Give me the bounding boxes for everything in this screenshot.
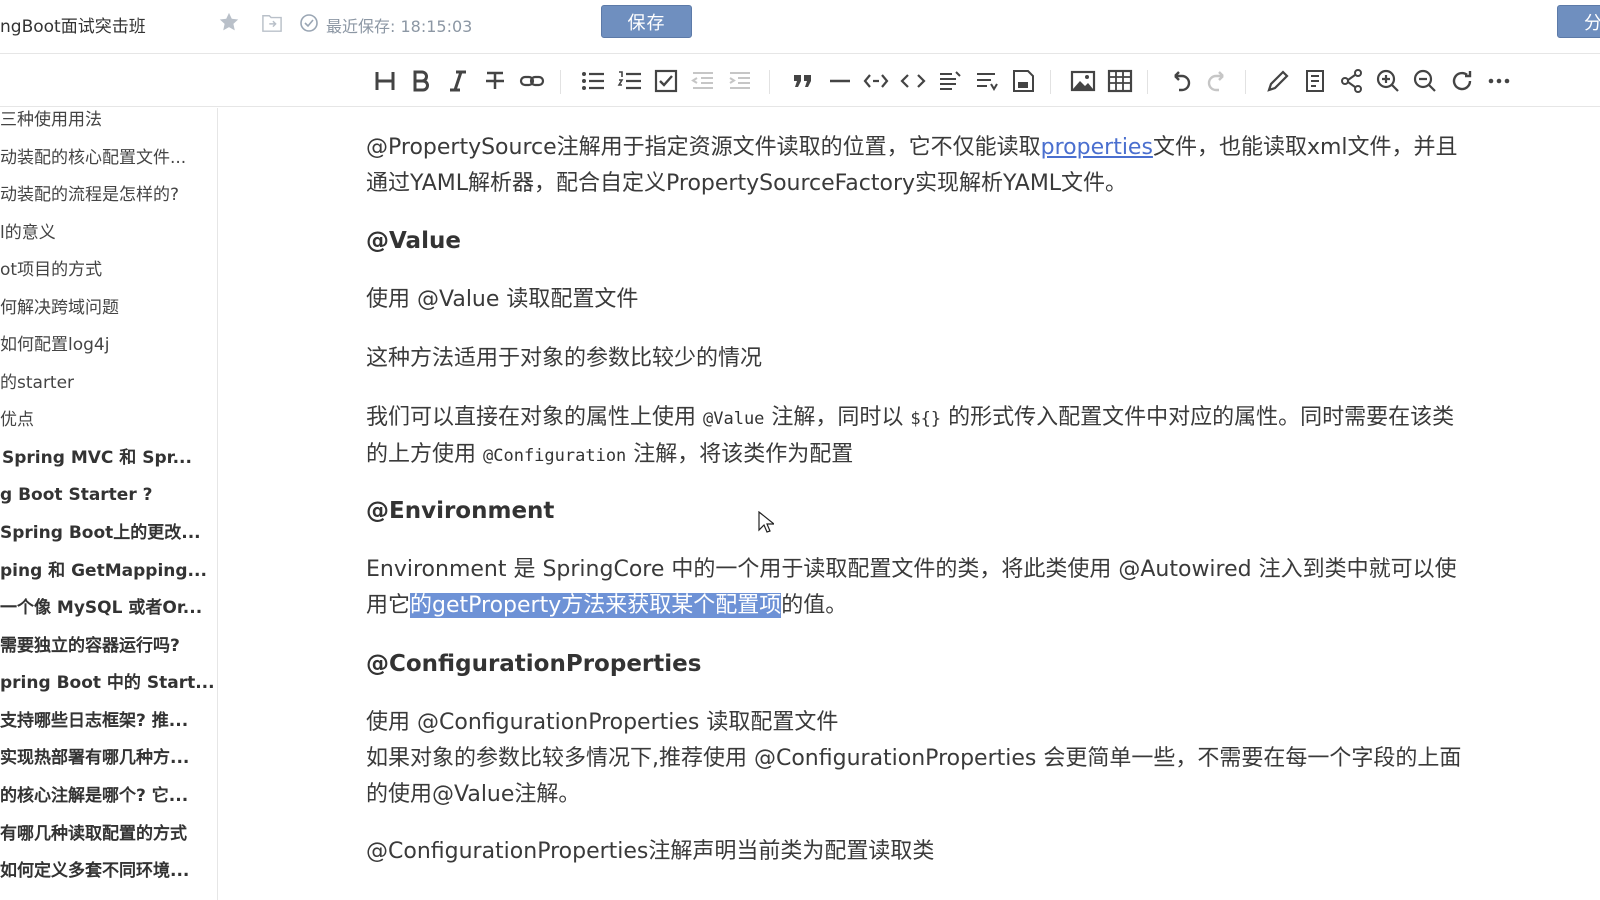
code-block-icon[interactable]: [899, 67, 927, 95]
paragraph-configuration-properties-note: @ConfigurationProperties注解声明当前类为配置读取类: [366, 839, 935, 864]
paragraph-environment: Environment 是 SpringCore 中的一个用于读取配置文件的类，…: [366, 552, 1546, 624]
heading-environment: @Environment: [366, 498, 555, 524]
outline-item[interactable]: ping 和 GetMapping...: [0, 554, 217, 588]
align-icon[interactable]: [973, 67, 1001, 95]
paragraph-text: 的值。: [781, 593, 848, 618]
zoom-out-icon[interactable]: [1411, 67, 1439, 95]
paragraph-text: 注解，将该类作为配置: [626, 442, 854, 467]
outline-item[interactable]: Spring MVC 和 Spr...: [0, 441, 217, 475]
link-icon[interactable]: [518, 67, 546, 95]
ordered-list-icon[interactable]: [616, 67, 644, 95]
paragraph-text: 我们可以直接在对象的属性上使用: [366, 405, 703, 430]
outline-item[interactable]: 一个像 MySQL 或者Or...: [0, 591, 217, 625]
outline-item[interactable]: 的starter: [0, 366, 217, 400]
inline-code-icon[interactable]: [862, 67, 890, 95]
image-icon[interactable]: [1069, 67, 1097, 95]
edit-icon[interactable]: [1264, 67, 1292, 95]
outline-item[interactable]: pring Boot 中的 Start...: [0, 666, 217, 700]
paragraph-value-detail: 我们可以直接在对象的属性上使用 @Value 注解，同时以 ${} 的形式传入配…: [366, 400, 1546, 474]
toolbar-divider: [1147, 70, 1148, 94]
paragraph-text: 的上方使用: [366, 442, 483, 467]
editor-toolbar: [0, 55, 1600, 107]
saved-check-icon: [299, 13, 319, 33]
heading-icon[interactable]: [371, 67, 399, 95]
outline-item[interactable]: 动装配的核心配置文件...: [0, 141, 217, 175]
paragraph-property-source: @PropertySource注解用于指定资源文件读取的位置，它不仅能读取pro…: [366, 130, 1546, 202]
heading-value: @Value: [366, 228, 461, 254]
outdent-icon[interactable]: [689, 67, 717, 95]
mouse-cursor-icon: [758, 510, 776, 535]
paragraph-text: 文件，也能读取xml文件，并且: [1152, 135, 1458, 160]
inline-code: ${}: [910, 409, 942, 429]
zoom-in-icon[interactable]: [1374, 67, 1402, 95]
outline-item[interactable]: 的核心注解是哪个? 它...: [0, 779, 217, 813]
toolbar-divider: [560, 70, 561, 94]
paragraph-text: @PropertySource注解用于指定资源文件读取的位置，它不仅能读取: [366, 135, 1041, 160]
redo-icon[interactable]: [1204, 67, 1232, 95]
paragraph-text: 用它: [366, 593, 411, 618]
quote-icon[interactable]: [789, 67, 817, 95]
inline-code: @Value: [703, 409, 765, 429]
star-icon[interactable]: [218, 11, 240, 33]
heading-configuration-properties: @ConfigurationProperties: [366, 651, 702, 677]
outline-sidebar: 三种使用用法 动装配的核心配置文件... 动装配的流程是怎样的? l的意义 ot…: [0, 108, 218, 900]
outline-item[interactable]: 三种使用用法: [0, 108, 217, 137]
share-button[interactable]: 分: [1557, 5, 1600, 38]
paragraph-configuration-properties: 使用 @ConfigurationProperties 读取配置文件 如果对象的…: [366, 705, 1546, 813]
table-icon[interactable]: [1106, 67, 1134, 95]
strikethrough-icon[interactable]: [481, 67, 509, 95]
checklist-icon[interactable]: [652, 67, 680, 95]
save-disk-icon[interactable]: [1009, 67, 1037, 95]
outline-item[interactable]: 动装配的流程是怎样的?: [0, 178, 217, 212]
bold-icon[interactable]: [407, 67, 435, 95]
outline-item[interactable]: 有哪几种读取配置的方式: [0, 817, 217, 851]
bullet-list-icon[interactable]: [579, 67, 607, 95]
paragraph-text: 的使用@Value注解。: [366, 782, 581, 807]
outline-item[interactable]: g Boot Starter ?: [0, 478, 217, 512]
last-saved-status: 最近保存: 18:15:03: [326, 17, 473, 36]
move-to-folder-icon[interactable]: [261, 13, 283, 33]
paragraph-text: 的形式传入配置文件中对应的属性。同时需要在该类: [941, 405, 1455, 430]
notes-icon[interactable]: [1301, 67, 1329, 95]
outline-item[interactable]: 如何定义多套不同环境...: [0, 854, 217, 888]
inline-code: @Configuration: [483, 446, 627, 466]
editor-content[interactable]: @PropertySource注解用于指定资源文件读取的位置，它不仅能读取pro…: [219, 108, 1600, 900]
more-icon[interactable]: [1485, 67, 1513, 95]
properties-link[interactable]: properties: [1041, 135, 1153, 160]
top-bar: ngBoot面试突击班 最近保存: 18:15:03 保存 分: [0, 0, 1600, 54]
italic-icon[interactable]: [444, 67, 472, 95]
toolbar-divider: [1245, 70, 1246, 94]
outline-item[interactable]: Spring Boot上的更改...: [0, 516, 217, 550]
outline-item[interactable]: 优点: [0, 403, 217, 437]
save-button[interactable]: 保存: [601, 5, 692, 38]
paragraph-text: 注解，同时以: [764, 405, 911, 430]
paragraph-text: Environment 是 SpringCore 中的一个用于读取配置文件的类，…: [366, 557, 1457, 582]
outline-item[interactable]: 实现热部署有哪几种方...: [0, 741, 217, 775]
outline-item[interactable]: ot项目的方式: [0, 253, 217, 287]
outline-item[interactable]: 何解决跨域问题: [0, 291, 217, 325]
paragraph-value-usage: 使用 @Value 读取配置文件: [366, 287, 639, 312]
outline-item[interactable]: 需要独立的容器运行吗?: [0, 629, 217, 663]
paragraph-text: 使用 @ConfigurationProperties 读取配置文件: [366, 710, 839, 735]
outline-item[interactable]: 支持哪些日志框架? 推...: [0, 704, 217, 738]
paragraph-value-scope: 这种方法适用于对象的参数比较少的情况: [366, 346, 763, 371]
document-title: ngBoot面试突击班: [0, 17, 146, 37]
undo-icon[interactable]: [1166, 67, 1194, 95]
indent-icon[interactable]: [726, 67, 754, 95]
refresh-icon[interactable]: [1448, 67, 1476, 95]
outline-item[interactable]: l的意义: [0, 216, 217, 250]
horizontal-rule-icon[interactable]: [826, 67, 854, 95]
share-icon[interactable]: [1338, 67, 1366, 95]
table-of-contents-icon[interactable]: [936, 67, 964, 95]
toolbar-divider: [769, 70, 770, 94]
paragraph-text: 通过YAML解析器，配合自定义PropertySourceFactory实现解析…: [366, 171, 1128, 196]
selected-text: 的getProperty方法来获取某个配置项: [410, 593, 782, 618]
outline-item[interactable]: 如何配置log4j: [0, 328, 217, 362]
paragraph-text: 如果对象的参数比较多情况下,推荐使用 @ConfigurationPropert…: [366, 746, 1462, 771]
toolbar-divider: [1050, 70, 1051, 94]
